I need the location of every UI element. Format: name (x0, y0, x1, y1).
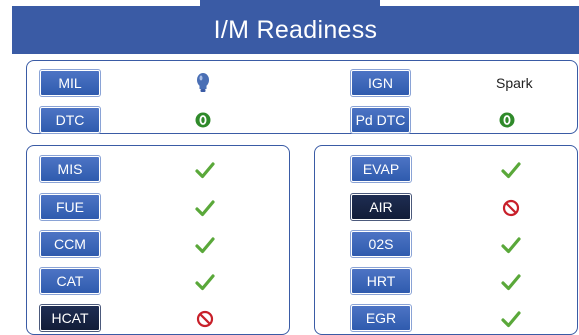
mil-label: MIL (58, 75, 82, 91)
not-supported-icon (194, 308, 216, 330)
ok-circle-icon (192, 109, 214, 131)
check-icon (500, 234, 522, 256)
dtc-label: DTC (55, 112, 85, 128)
monitor-label: FUE (56, 199, 84, 215)
page-title: I/M Readiness (213, 15, 378, 44)
check-icon (500, 308, 522, 330)
monitor-evap-button[interactable]: EVAP (350, 155, 412, 183)
monitor-ccm-button[interactable]: CCM (39, 230, 101, 258)
monitor-egr-button[interactable]: EGR (350, 304, 412, 332)
monitor-label: HCAT (51, 310, 89, 326)
ign-button[interactable]: IGN (350, 69, 411, 97)
bulb-icon (192, 72, 214, 94)
monitor-label: HRT (366, 273, 396, 289)
dtc-button[interactable]: DTC (39, 106, 101, 134)
pd-dtc-label: Pd DTC (355, 112, 406, 128)
check-icon (194, 271, 216, 293)
monitor-label: AIR (369, 199, 393, 215)
check-icon (500, 159, 522, 181)
monitor-label: CAT (56, 273, 84, 289)
pd-dtc-button[interactable]: Pd DTC (350, 106, 411, 134)
monitor-label: EGR (365, 310, 397, 326)
check-icon (194, 234, 216, 256)
monitor-label: CCM (54, 236, 86, 252)
ok-circle-icon (496, 109, 518, 131)
monitor-label: EVAP (362, 161, 400, 177)
check-icon (500, 271, 522, 293)
monitor-hrt-button[interactable]: HRT (350, 267, 412, 295)
monitor-label: MIS (57, 161, 83, 177)
monitor-hcat-button[interactable]: HCAT (39, 304, 101, 332)
monitor-cat-button[interactable]: CAT (39, 267, 101, 295)
not-supported-icon (500, 197, 522, 219)
check-icon (194, 159, 216, 181)
monitor-air-button[interactable]: AIR (350, 193, 412, 221)
page-title-bar: I/M Readiness (12, 6, 579, 54)
mil-button[interactable]: MIL (39, 69, 101, 97)
monitor-mis-button[interactable]: MIS (39, 155, 101, 183)
check-icon (194, 197, 216, 219)
ign-label: IGN (368, 75, 393, 91)
monitor-label: 02S (368, 236, 394, 252)
monitor-02s-button[interactable]: 02S (350, 230, 412, 258)
monitor-fue-button[interactable]: FUE (39, 193, 101, 221)
ign-value: Spark (496, 75, 533, 91)
